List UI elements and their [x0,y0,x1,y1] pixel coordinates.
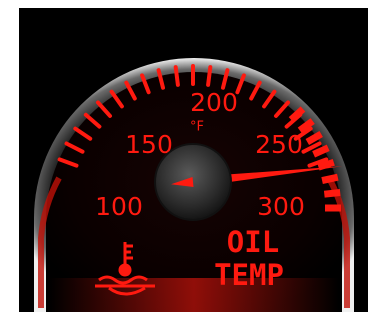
tick-label-100: 100 [95,192,143,221]
title-line2: TEMP [214,258,284,292]
hot-zone-segment [317,158,335,171]
unit-label: °F [190,120,204,135]
tick-label-200: 200 [190,88,238,117]
tick-label-300: 300 [257,192,305,221]
tick-label-250: 250 [255,130,303,159]
gauge-bottom-glow [49,278,339,312]
oil-temp-gauge: 100 150 200 250 300 °F OIL TEMP [19,8,368,312]
hot-zone-segment [321,173,339,185]
tick-mark [173,65,180,87]
gauge-face: 100 150 200 250 300 °F OIL TEMP [34,58,354,312]
hot-zone-segment [323,189,341,198]
tick-mark [206,65,213,87]
title-line1: OIL [227,225,279,259]
